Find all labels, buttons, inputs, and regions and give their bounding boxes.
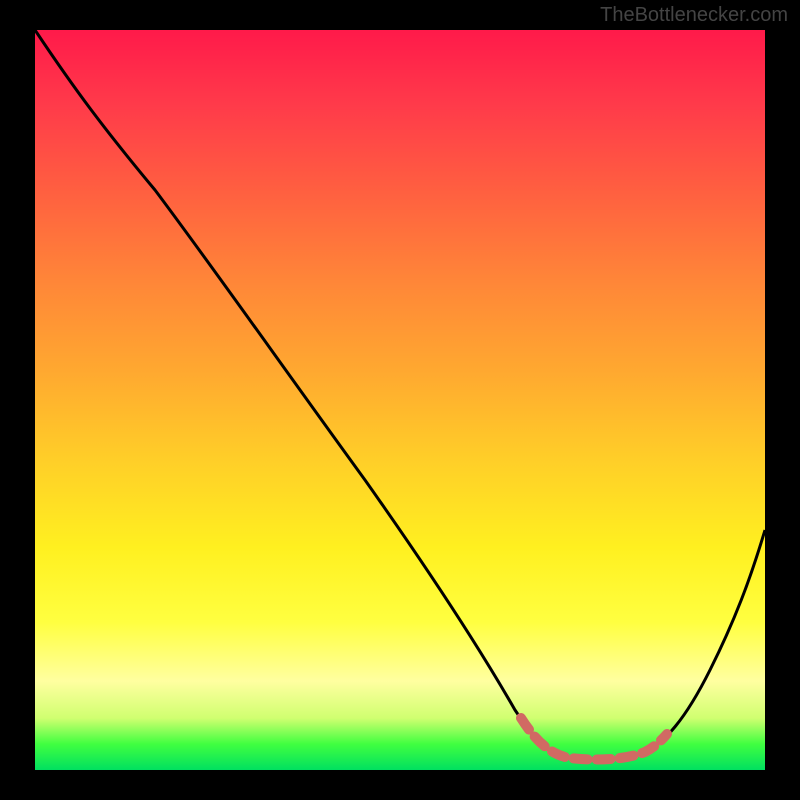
highlight-segment bbox=[521, 718, 667, 760]
bottleneck-curve-line bbox=[35, 30, 765, 760]
watermark-text: TheBottlenecker.com bbox=[600, 4, 788, 27]
plot-area bbox=[35, 30, 765, 770]
curve-svg bbox=[35, 30, 765, 770]
chart-container: TheBottlenecker.com bbox=[0, 0, 800, 800]
